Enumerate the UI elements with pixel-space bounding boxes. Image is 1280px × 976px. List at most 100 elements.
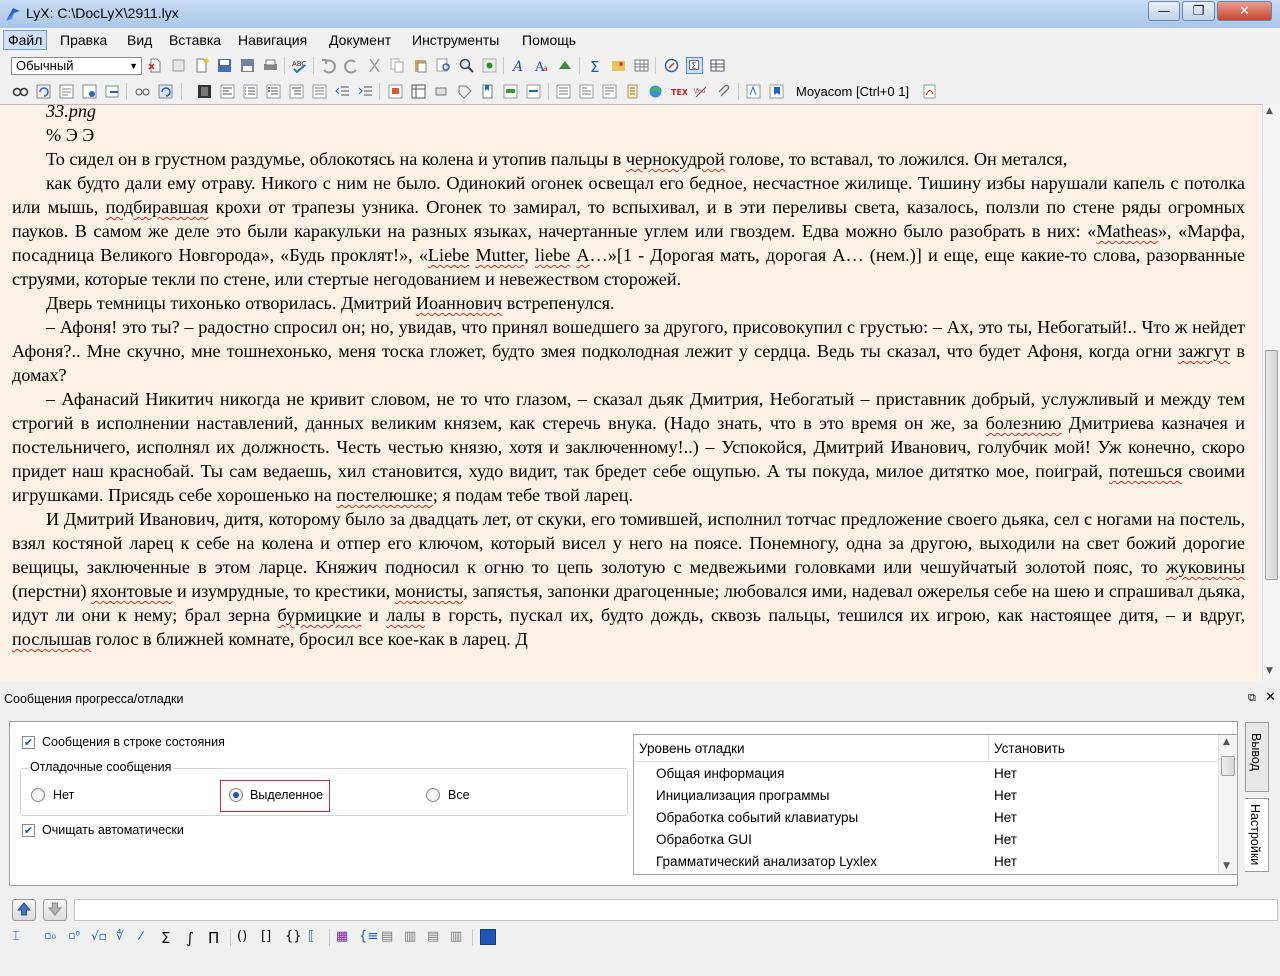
value-cell[interactable]: Нет — [994, 832, 1017, 847]
superscript-icon[interactable]: ▫⁰ — [68, 929, 85, 946]
sum-icon[interactable]: Σ — [161, 929, 178, 947]
close-panel-icon[interactable]: ✕ — [1265, 690, 1276, 705]
update-master-icon[interactable] — [81, 83, 98, 100]
pdf-export-icon[interactable] — [921, 83, 938, 100]
menu-view[interactable]: Вид — [123, 31, 156, 49]
redo-icon[interactable] — [343, 57, 360, 74]
menu-document[interactable]: Документ — [325, 31, 395, 49]
insert-box-icon[interactable] — [525, 83, 542, 100]
new-doc-icon[interactable] — [147, 57, 164, 74]
list-bulleted-icon[interactable] — [265, 83, 282, 100]
delimiters-icon[interactable]: ⟦ — [308, 929, 325, 946]
insert-label-icon[interactable] — [433, 83, 450, 100]
command-buffer-input[interactable] — [74, 899, 1278, 921]
delete-column-icon[interactable]: ▥ — [450, 929, 467, 946]
view-dvi-icon[interactable] — [134, 83, 151, 100]
template-icon[interactable] — [170, 57, 187, 74]
insert-tex-icon[interactable]: TEX — [670, 83, 687, 100]
brackets-icon[interactable]: [] — [261, 929, 278, 946]
change-tracking-icon[interactable] — [557, 57, 574, 74]
toc-icon[interactable] — [555, 83, 572, 100]
fraction-icon[interactable]: ⁄ — [140, 929, 157, 946]
root-icon[interactable]: ∜ — [116, 929, 133, 946]
align-left-icon[interactable] — [219, 83, 236, 100]
view-icon[interactable] — [12, 83, 29, 100]
print-icon[interactable] — [262, 57, 279, 74]
history-up-button[interactable] — [12, 899, 36, 921]
minimize-button[interactable]: — — [1148, 1, 1180, 21]
find-replace-icon[interactable] — [435, 57, 452, 74]
parentheses-icon[interactable]: () — [237, 929, 254, 946]
emphasis-icon[interactable]: A — [511, 57, 528, 74]
navigate-icon[interactable] — [481, 57, 498, 74]
compass-icon[interactable] — [663, 57, 680, 74]
math-panel-icon[interactable] — [480, 929, 496, 945]
update-icon[interactable] — [35, 83, 52, 100]
document-scrollbar[interactable]: ▲ ▼ — [1262, 104, 1280, 680]
sqrt-icon[interactable]: √▫ — [91, 929, 108, 946]
film-icon[interactable] — [196, 83, 213, 100]
insert-ert-icon[interactable]: \foo — [693, 83, 710, 100]
column-header-level[interactable]: Уровень отладки — [639, 741, 745, 756]
tab-output[interactable]: Вывод — [1245, 722, 1269, 792]
toggle-table-panel-icon[interactable] — [709, 57, 726, 74]
float-panel-icon[interactable]: ⧉ — [1248, 691, 1256, 705]
spellcheck-icon[interactable]: ABC — [291, 57, 308, 74]
export-icon[interactable] — [104, 83, 121, 100]
table-row[interactable]: Инициализация программы Нет — [634, 785, 1218, 807]
footnote-icon[interactable] — [624, 83, 641, 100]
open-icon[interactable] — [193, 57, 210, 74]
integral-icon[interactable]: ∫ — [186, 929, 203, 947]
list-environment-icon[interactable] — [311, 83, 328, 100]
math-sum-icon[interactable]: Σ — [587, 57, 604, 74]
insert-figure-icon[interactable] — [387, 83, 404, 100]
paste-icon[interactable] — [412, 57, 429, 74]
table-row[interactable]: Обработка событий клавиатуры Нет — [634, 807, 1218, 829]
history-down-button[interactable] — [43, 899, 67, 921]
undo-icon[interactable] — [320, 57, 337, 74]
view-master-icon[interactable] — [58, 83, 75, 100]
status-messages-checkbox[interactable]: ✔ — [22, 736, 35, 749]
document-editor[interactable]: 33.png % Э Э То сидел он в грустном разд… — [0, 104, 1262, 681]
radio-selected[interactable] — [229, 788, 243, 802]
radio-all[interactable] — [426, 788, 440, 802]
reload-icon[interactable] — [157, 83, 174, 100]
subscript-icon[interactable]: ▫₀ — [44, 929, 61, 946]
math-display-icon[interactable]: ⌶ — [12, 929, 29, 946]
insert-note-icon[interactable] — [479, 83, 496, 100]
insert-table-float-icon[interactable] — [410, 83, 427, 100]
add-column-icon[interactable]: ▥ — [404, 929, 421, 946]
scroll-down-icon[interactable]: ▼ — [1223, 861, 1230, 871]
save-icon[interactable] — [216, 57, 233, 74]
menu-insert[interactable]: Вставка — [165, 31, 225, 49]
value-cell[interactable]: Нет — [994, 766, 1017, 781]
paragraph-style-select[interactable]: Обычный ▼ — [11, 57, 142, 75]
list-numbered-icon[interactable] — [242, 83, 259, 100]
close-button[interactable]: ✕ — [1217, 1, 1272, 21]
index-icon[interactable] — [578, 83, 595, 100]
character-style-icon[interactable] — [745, 83, 762, 100]
maximize-button[interactable]: ❐ — [1182, 1, 1215, 21]
insert-table-icon[interactable] — [633, 57, 650, 74]
bookmark-icon[interactable] — [768, 83, 785, 100]
copy-icon[interactable] — [389, 57, 406, 74]
insert-graphics-icon[interactable] — [610, 57, 627, 74]
table-scrollbar[interactable]: ▲ ▼ — [1218, 735, 1237, 874]
debug-level-table[interactable]: Уровень отладки Установить Общая информа… — [633, 734, 1238, 875]
menu-edit[interactable]: Правка — [56, 31, 111, 49]
menu-file[interactable]: Файл — [3, 30, 48, 50]
menu-tools[interactable]: Инструменты — [408, 31, 503, 49]
column-header-set[interactable]: Установить — [994, 741, 1065, 756]
matrix-icon[interactable]: ▦ — [336, 929, 353, 946]
auto-clear-checkbox[interactable]: ✔ — [22, 824, 35, 837]
insert-url-icon[interactable] — [647, 83, 664, 100]
scrollbar-thumb[interactable] — [1221, 756, 1235, 776]
menu-help[interactable]: Помощь — [518, 31, 580, 49]
menu-navigation[interactable]: Навигация — [234, 31, 311, 49]
description-icon[interactable] — [288, 83, 305, 100]
add-row-icon[interactable]: ▤ — [381, 929, 398, 946]
search-icon[interactable] — [458, 57, 475, 74]
radio-none[interactable] — [31, 788, 45, 802]
indent-icon[interactable] — [357, 83, 374, 100]
delete-row-icon[interactable]: ▤ — [427, 929, 444, 946]
